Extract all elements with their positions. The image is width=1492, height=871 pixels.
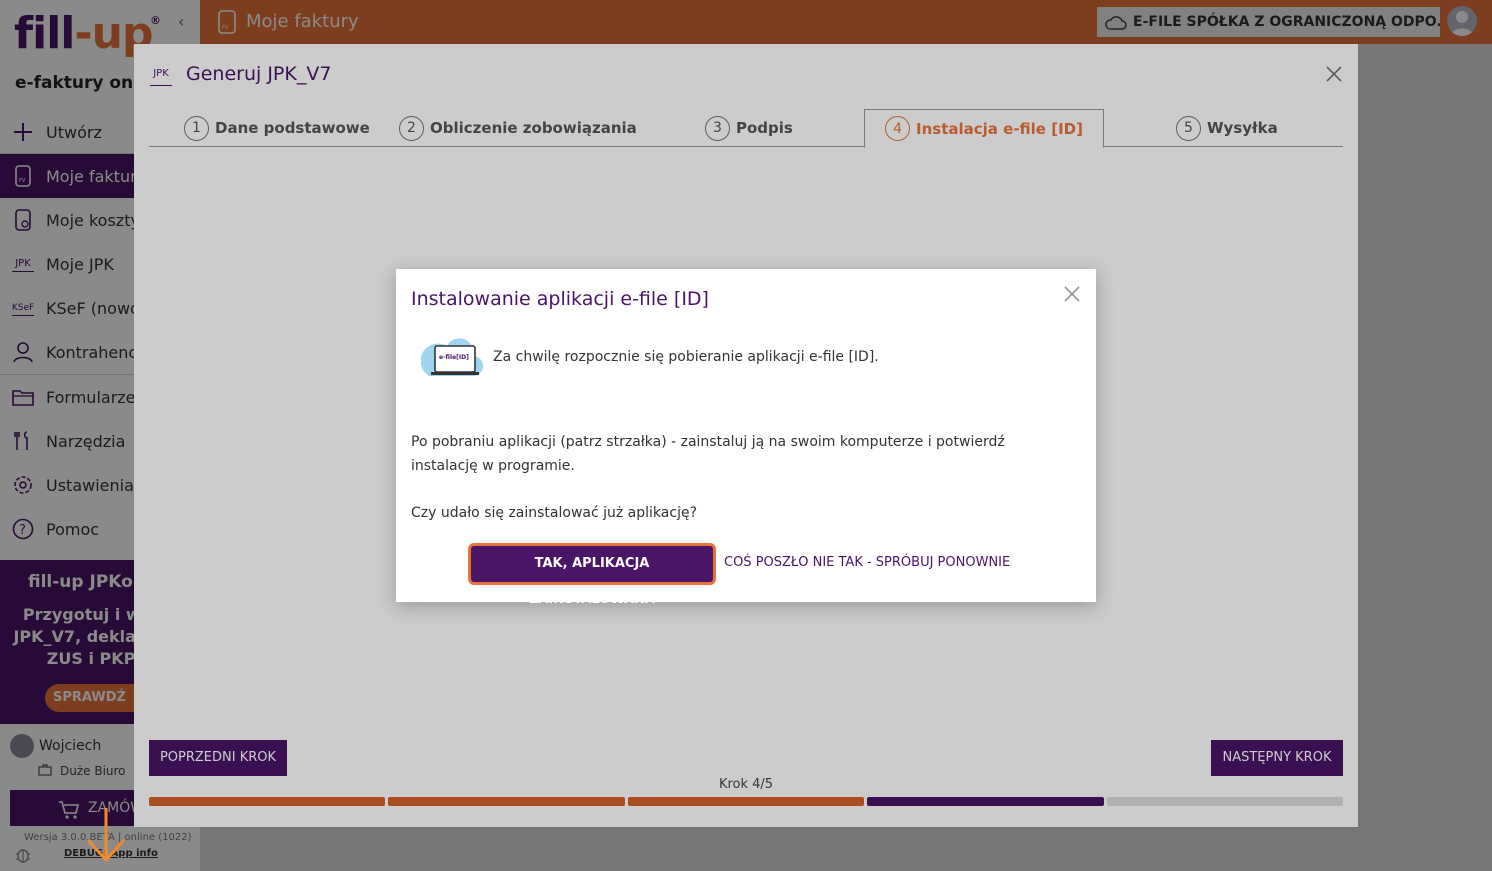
retry-button[interactable]: COŚ POSZŁO NIE TAK - SPRÓBUJ PONOWNIE: [724, 555, 1010, 570]
install-dialog: Instalowanie aplikacji e-file [ID] e-fil…: [396, 269, 1096, 607]
confirm-installed-button[interactable]: TAK, APLIKACJA ZAINSTALOWANA: [468, 543, 716, 607]
illustration-label: e-file[ID]: [439, 354, 469, 361]
install-instructions: Po pobraniu aplikacji (patrz strzałka) -…: [411, 434, 1005, 474]
dialog-title: Instalowanie aplikacji e-file [ID]: [411, 288, 709, 310]
close-icon[interactable]: [1063, 285, 1081, 303]
install-question: Czy udało się zainstalować już aplikację…: [411, 505, 698, 521]
arrow-down-icon: [84, 806, 128, 864]
efile-app-illustration: e-file[ID]: [420, 332, 485, 382]
download-message: Za chwilę rozpocznie się pobieranie apli…: [493, 349, 879, 365]
